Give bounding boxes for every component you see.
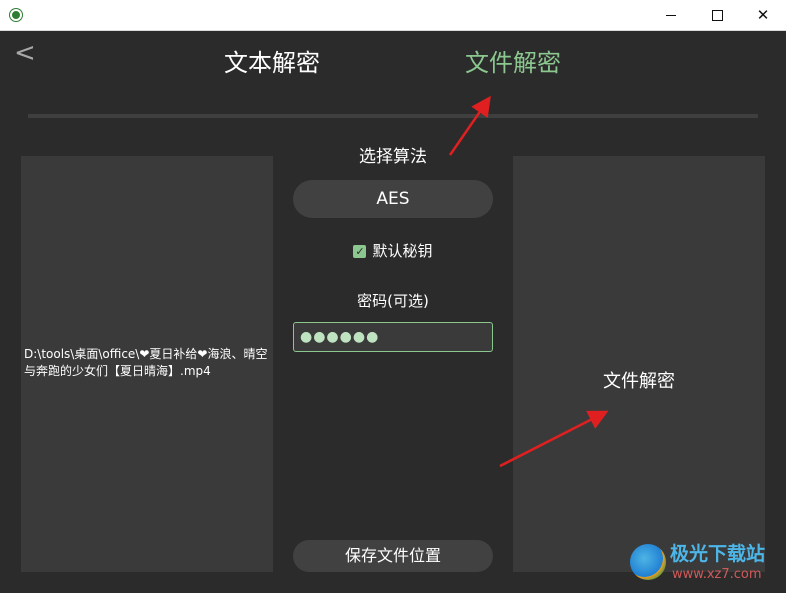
- password-title: 密码(可选): [357, 292, 429, 310]
- password-input[interactable]: ●●●●●●: [293, 322, 493, 352]
- title-bar: ✕: [0, 0, 786, 31]
- close-button[interactable]: ✕: [740, 0, 786, 30]
- maximize-icon: [711, 9, 723, 21]
- default-key-label: 默认秘钥: [372, 242, 433, 260]
- watermark: 极光下载站 www.xz7.com: [630, 540, 780, 588]
- default-key-option[interactable]: ✓ 默认秘钥: [293, 240, 493, 262]
- watermark-title: 极光下载站: [670, 543, 766, 565]
- back-button[interactable]: <: [14, 38, 36, 68]
- checkmark-icon: ✓: [355, 244, 365, 258]
- maximize-button[interactable]: [694, 0, 740, 30]
- close-icon: ✕: [756, 6, 770, 24]
- save-location-button[interactable]: 保存文件位置: [293, 540, 493, 572]
- tab-text-decrypt[interactable]: 文本解密: [224, 46, 320, 80]
- algorithm-title: 选择算法: [359, 147, 427, 167]
- minimize-icon: [666, 14, 676, 16]
- tab-file-decrypt[interactable]: 文件解密: [465, 46, 561, 80]
- file-drop-panel[interactable]: D:\tools\桌面\office\❤夏日补给❤海浪、晴空与奔跑的少女们【夏日…: [21, 156, 273, 572]
- watermark-url: www.xz7.com: [672, 567, 762, 582]
- app-icon: [10, 9, 22, 21]
- watermark-logo-icon: [630, 544, 666, 580]
- tab-divider: [28, 114, 758, 118]
- selected-file-path: D:\tools\桌面\office\❤夏日补给❤海浪、晴空与奔跑的少女们【夏日…: [24, 347, 268, 378]
- chevron-left-icon: <: [14, 38, 36, 68]
- default-key-checkbox[interactable]: ✓: [353, 244, 367, 258]
- minimize-button[interactable]: [648, 0, 694, 30]
- decrypt-action-label: 文件解密: [603, 371, 675, 392]
- algorithm-select[interactable]: AES: [293, 180, 493, 218]
- decrypt-action-panel[interactable]: 文件解密: [513, 156, 765, 572]
